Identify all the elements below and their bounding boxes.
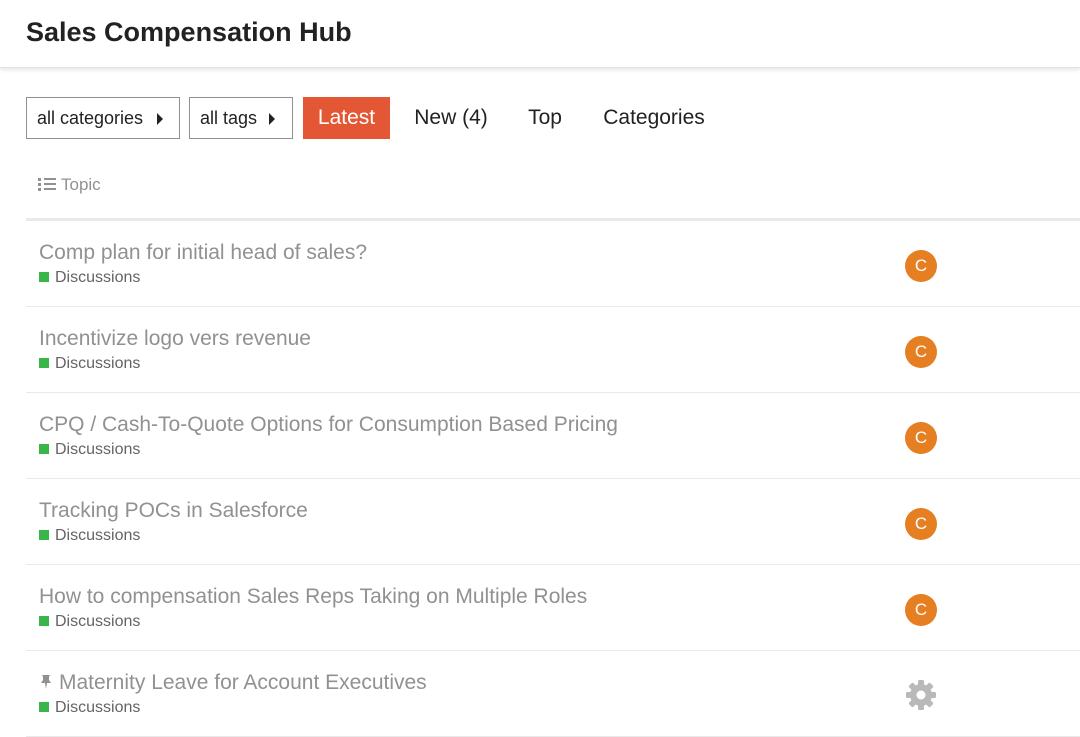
category-color-square [39, 272, 49, 282]
topic-title-link[interactable]: Comp plan for initial head of sales? [39, 241, 367, 265]
categories-dropdown-label: all categories [37, 108, 144, 128]
category-badge[interactable]: Discussions [39, 613, 140, 631]
category-label: Discussions [55, 699, 141, 716]
category-color-square [39, 530, 49, 540]
gear-icon[interactable] [905, 679, 937, 711]
category-label: Discussions [55, 355, 141, 372]
poster-avatar[interactable]: C [905, 336, 937, 368]
topic-row: Comp plan for initial head of sales? Dis… [26, 221, 1080, 307]
tags-dropdown[interactable]: all tags [189, 97, 293, 139]
category-color-square [39, 702, 49, 712]
category-color-square [39, 358, 49, 368]
tab-new[interactable]: New (4) [406, 97, 496, 139]
list-icon [38, 177, 56, 191]
topic-title-link[interactable]: Tracking POCs in Salesforce [39, 499, 308, 523]
caret-right-icon [269, 113, 275, 125]
topic-row: How to compensation Sales Reps Taking on… [26, 565, 1080, 651]
topic-title-link[interactable]: How to compensation Sales Reps Taking on… [39, 585, 587, 609]
topic-list: Comp plan for initial head of sales? Dis… [26, 221, 1080, 737]
category-badge[interactable]: Discussions [39, 269, 140, 287]
pin-icon [41, 675, 51, 689]
topic-title-link[interactable]: CPQ / Cash-To-Quote Options for Consumpt… [39, 413, 618, 437]
category-badge[interactable]: Discussions [39, 441, 140, 459]
topic-column-header: Topic [38, 175, 101, 195]
topic-row: CPQ / Cash-To-Quote Options for Consumpt… [26, 393, 1080, 479]
poster-avatar[interactable]: C [905, 422, 937, 454]
tab-latest[interactable]: Latest [303, 97, 390, 139]
topic-row: Maternity Leave for Account Executives D… [26, 651, 1080, 737]
category-label: Discussions [55, 527, 141, 544]
category-label: Discussions [55, 441, 141, 458]
topic-header-label: Topic [61, 175, 101, 194]
topic-title-text: Maternity Leave for Account Executives [59, 671, 427, 694]
category-badge[interactable]: Discussions [39, 527, 140, 545]
category-label: Discussions [55, 613, 141, 630]
topic-title-link[interactable]: Incentivize logo vers revenue [39, 327, 311, 351]
topic-row: Tracking POCs in Salesforce Discussions … [26, 479, 1080, 565]
category-label: Discussions [55, 269, 141, 286]
poster-avatar[interactable]: C [905, 594, 937, 626]
topic-title-link[interactable]: Maternity Leave for Account Executives [39, 671, 427, 695]
tags-dropdown-label: all tags [200, 108, 258, 128]
category-badge[interactable]: Discussions [39, 355, 140, 373]
tab-categories[interactable]: Categories [594, 97, 714, 139]
category-color-square [39, 444, 49, 454]
tab-top[interactable]: Top [520, 97, 570, 139]
site-title[interactable]: Sales Compensation Hub [26, 15, 352, 49]
poster-avatar[interactable]: C [905, 508, 937, 540]
navigation-bar: all categories all tags Latest New (4) T… [26, 97, 1080, 139]
categories-dropdown[interactable]: all categories [26, 97, 180, 139]
poster-avatar[interactable]: C [905, 250, 937, 282]
caret-right-icon [157, 113, 163, 125]
category-color-square [39, 616, 49, 626]
category-badge[interactable]: Discussions [39, 699, 140, 717]
topic-row: Incentivize logo vers revenue Discussion… [26, 307, 1080, 393]
site-header: Sales Compensation Hub [0, 0, 1080, 68]
